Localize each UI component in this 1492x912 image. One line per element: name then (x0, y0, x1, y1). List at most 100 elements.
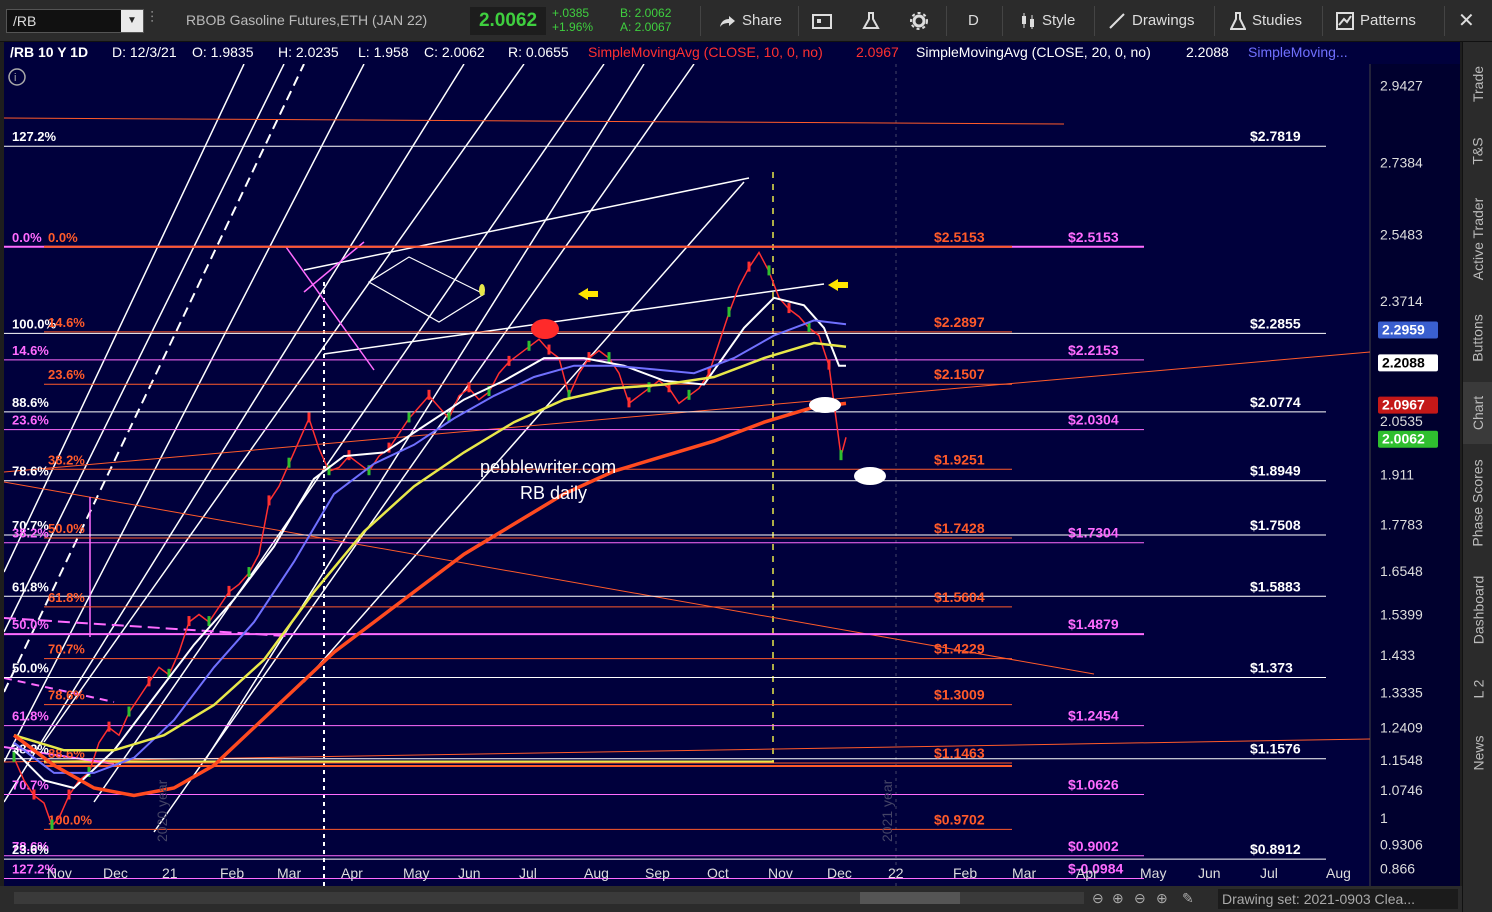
candle (247, 567, 251, 578)
sma10-value: 2.0967 (856, 44, 899, 60)
net-change: +.0385 +1.96% (552, 6, 593, 34)
price-tick-label: 1.2409 (1380, 719, 1423, 735)
separator (700, 6, 701, 36)
zoom-out-icon[interactable]: ⊖ (1092, 890, 1104, 907)
share-button[interactable]: Share (718, 6, 782, 36)
tab-chart[interactable]: Chart (1463, 382, 1492, 444)
calendar-icon (812, 14, 832, 29)
fib-level-price: $2.7819 (1250, 128, 1301, 144)
flask-icon (1230, 12, 1246, 30)
fib-level-price: $1.1576 (1250, 741, 1301, 757)
date-tick-label: Apr (341, 865, 363, 881)
tab-active-trader[interactable]: Active Trader (1463, 184, 1492, 294)
price-tick-label: 1.911 (1380, 467, 1414, 483)
chart-symbol: /RB 10 Y 1D (10, 44, 88, 60)
candle (287, 457, 291, 468)
settings-button[interactable] (910, 6, 928, 36)
price-chart[interactable]: $2.7819 $2.5153 $2.5153 $2.2897 $2.2855 $2.21… (4, 42, 1460, 886)
tab-news-label: News (1470, 735, 1487, 771)
close-icon[interactable]: ✕ (1458, 6, 1475, 36)
tab-time-and-sales[interactable]: T&S (1463, 124, 1492, 178)
fib-level-price: $1.7304 (1068, 525, 1119, 541)
flask-button[interactable] (862, 6, 880, 36)
fib-percent-label: 23.6% (12, 413, 49, 428)
bid-ask: B: 2.0062 A: 2.0067 (620, 6, 671, 34)
yellow-marker (479, 284, 485, 296)
chart-area[interactable]: $2.7819 $2.5153 $2.5153 $2.2897 $2.2855 $2.21… (4, 42, 1460, 886)
price-tick-label: 0.9306 (1380, 836, 1423, 852)
price-tick-label: 1.0746 (1380, 782, 1423, 798)
link-icon[interactable]: ⫶ (150, 10, 154, 28)
date-tick-label: Jul (519, 865, 537, 881)
calendar-button[interactable] (812, 6, 832, 36)
drawings-button[interactable]: Drawings (1108, 6, 1195, 36)
sma20-value: 2.2088 (1186, 44, 1229, 60)
magnify-minus-icon[interactable]: ⊖ (1134, 890, 1146, 907)
separator (798, 6, 799, 36)
fib-percent-label: 88.6% (12, 395, 49, 410)
period-button[interactable]: D (968, 6, 979, 36)
right-sidebar: Trade T&S Active Trader Buttons Chart Ph… (1462, 42, 1492, 912)
tab-buttons[interactable]: Buttons (1463, 300, 1492, 376)
price-tick-label: 2.0535 (1380, 413, 1423, 429)
fib-level-price: $1.3009 (934, 687, 985, 703)
change-value: +.0385 (552, 6, 590, 20)
tab-trade-label: Trade (1470, 65, 1486, 103)
scroll-thumb[interactable] (860, 892, 960, 904)
year-label-2021: 2021 year (879, 779, 895, 842)
fib-percent-label: 23.6% (48, 367, 85, 382)
tab-trade[interactable]: Trade (1463, 50, 1492, 118)
candle (827, 359, 831, 370)
fib-level-price: $2.2153 (1068, 342, 1119, 358)
style-button[interactable]: Style (1020, 6, 1075, 36)
fib-percent-label: 78.6% (12, 464, 49, 479)
candle (267, 495, 271, 506)
price-tick-label: 1 (1380, 810, 1388, 826)
separator (1214, 6, 1215, 36)
patterns-button[interactable]: Patterns (1336, 6, 1416, 36)
candle (147, 676, 151, 687)
bar-date: D: 12/3/21 (112, 44, 177, 60)
price-badge-label: 2.0967 (1382, 397, 1425, 413)
candle (787, 303, 791, 314)
drawing-set-selector[interactable]: Drawing set: 2021-0903 Clea... (1218, 889, 1458, 909)
studies-label: Studies (1252, 12, 1303, 29)
date-tick-label: Dec (827, 865, 852, 881)
fib-level-price: $1.373 (1250, 659, 1293, 675)
price-badge-label: 2.0062 (1382, 431, 1425, 447)
white-marker (809, 397, 841, 413)
date-tick-label: Feb (953, 865, 977, 881)
fib-level-price: $1.7428 (934, 520, 985, 536)
price-tick-label: 2.9427 (1380, 78, 1423, 94)
studies-button[interactable]: Studies (1230, 6, 1302, 36)
separator (1444, 6, 1445, 36)
symbol-value: /RB (13, 13, 37, 29)
tab-level2[interactable]: L 2 (1463, 664, 1492, 714)
chevron-down-icon[interactable]: ▼ (121, 10, 143, 32)
bar-range: R: 0.0655 (508, 44, 569, 60)
date-tick-label: Jul (1260, 865, 1278, 881)
tab-phase-scores[interactable]: Phase Scores (1463, 450, 1492, 556)
gear-icon (910, 12, 928, 30)
tab-news[interactable]: News (1463, 720, 1492, 786)
tab-ts-label: T&S (1469, 137, 1486, 165)
separator (1094, 6, 1095, 36)
fib-level-price: $2.1507 (934, 366, 985, 382)
bottom-bar: ⊖ ⊕ ⊖ ⊕ ✎ Drawing set: 2021-0903 Clea... (0, 886, 1462, 912)
candle (607, 352, 611, 363)
fib-percent-label: 38.2% (48, 452, 85, 467)
fib-percent-label: 78.6% (48, 688, 85, 703)
zoom-in-icon[interactable]: ⊕ (1112, 890, 1124, 907)
share-label: Share (742, 12, 783, 29)
price-badge-label: 2.2088 (1382, 354, 1425, 370)
fib-level-price: $2.0304 (1068, 412, 1119, 428)
candle (467, 382, 471, 393)
date-tick-label: 21 (162, 865, 178, 881)
fib-percent-label: 50.0% (12, 617, 49, 632)
magnify-plus-icon[interactable]: ⊕ (1156, 890, 1168, 907)
fib-level-price: $1.2454 (1068, 708, 1119, 724)
sma-more-label: SimpleMoving... (1248, 44, 1348, 60)
tab-dashboard[interactable]: Dashboard (1463, 562, 1492, 658)
symbol-input[interactable]: /RB ▼ (6, 9, 144, 33)
pencil-icon[interactable]: ✎ (1182, 890, 1194, 907)
